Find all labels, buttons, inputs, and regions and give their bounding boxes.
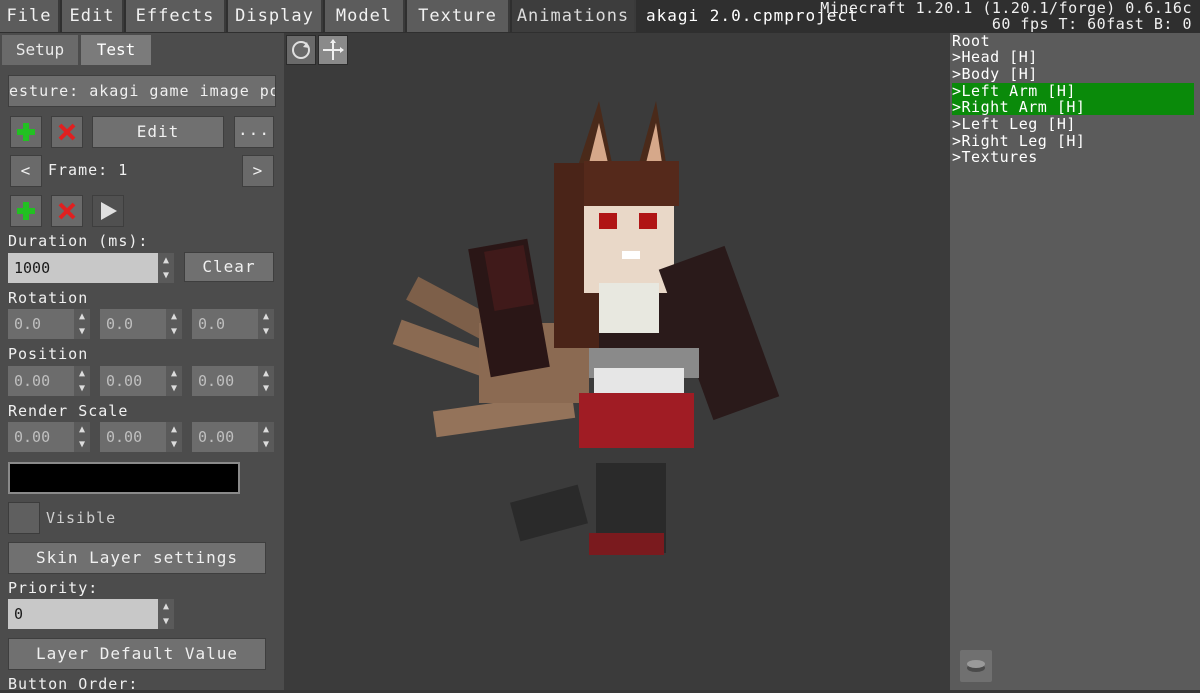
tree-item-textures[interactable]: >Textures bbox=[952, 149, 1038, 165]
tree-item-left-leg[interactable]: >Left Leg [H] bbox=[952, 116, 1076, 132]
tree-item-left-arm[interactable]: >Left Arm [H] bbox=[952, 83, 1194, 99]
chevron-right-icon: > bbox=[252, 161, 264, 180]
model-tree-panel: Root >Head [H] >Body [H] >Left Arm [H] >… bbox=[950, 33, 1200, 690]
position-label: Position bbox=[8, 345, 89, 363]
scale-z-input[interactable]: 0.00 bbox=[192, 422, 258, 452]
position-y-stepper[interactable]: ▲ ▼ bbox=[166, 366, 182, 396]
rotation-x-stepper[interactable]: ▲ ▼ bbox=[74, 309, 90, 339]
add-frame-button[interactable] bbox=[10, 195, 42, 227]
delete-animation-button[interactable] bbox=[51, 116, 83, 148]
duration-label: Duration (ms): bbox=[8, 232, 149, 250]
tree-item-label: Right Arm [H] bbox=[961, 98, 1086, 116]
frame-label: Frame: 1 bbox=[48, 161, 129, 179]
tree-item-label: Textures bbox=[961, 148, 1038, 166]
rotation-y-stepper[interactable]: ▲ ▼ bbox=[166, 309, 182, 339]
menu-file[interactable]: File bbox=[0, 0, 60, 32]
priority-stepper[interactable]: ▲ ▼ bbox=[158, 599, 174, 629]
position-x-input[interactable]: 0.00 bbox=[8, 366, 74, 396]
menu-texture[interactable]: Texture bbox=[407, 0, 510, 32]
layers-button[interactable] bbox=[960, 650, 992, 682]
scale-y-input[interactable]: 0.00 bbox=[100, 422, 166, 452]
delete-frame-button[interactable] bbox=[51, 195, 83, 227]
rotation-z-input[interactable]: 0.0 bbox=[192, 309, 258, 339]
move-icon bbox=[323, 39, 344, 60]
rotation-label: Rotation bbox=[8, 289, 89, 307]
edit-button[interactable]: Edit bbox=[92, 116, 224, 148]
tab-setup[interactable]: Setup bbox=[2, 35, 78, 65]
menu-animations[interactable]: Animations bbox=[512, 0, 636, 32]
layer-default-value-button[interactable]: Layer Default Value bbox=[8, 638, 266, 670]
rotation-y-input[interactable]: 0.0 bbox=[100, 309, 166, 339]
rotate-icon bbox=[292, 41, 310, 59]
priority-input[interactable]: 0 bbox=[8, 599, 158, 629]
visible-label: Visible bbox=[46, 509, 117, 527]
model-viewport[interactable] bbox=[284, 33, 950, 690]
rotation-z-stepper[interactable]: ▲ ▼ bbox=[258, 309, 274, 339]
scale-y-stepper[interactable]: ▲ ▼ bbox=[166, 422, 182, 452]
position-z-input[interactable]: 0.00 bbox=[192, 366, 258, 396]
prev-frame-button[interactable]: < bbox=[10, 155, 42, 187]
scale-x-input[interactable]: 0.00 bbox=[8, 422, 74, 452]
tree-item-right-leg[interactable]: >Right Leg [H] bbox=[952, 133, 1085, 149]
duration-input[interactable]: 1000 bbox=[8, 253, 158, 283]
tree-item-label: Head [H] bbox=[961, 48, 1038, 66]
tree-item-label: Left Leg [H] bbox=[961, 115, 1076, 133]
tree-item-label: Body [H] bbox=[961, 65, 1038, 83]
scale-z-stepper[interactable]: ▲ ▼ bbox=[258, 422, 274, 452]
scale-x-stepper[interactable]: ▲ ▼ bbox=[74, 422, 90, 452]
render-scale-label: Render Scale bbox=[8, 402, 129, 420]
status-readout: Minecraft 1.20.1 (1.20.1/forge) 0.6.16c … bbox=[820, 0, 1192, 32]
gesture-selector[interactable]: esture: akagi game image pos bbox=[8, 75, 276, 107]
add-animation-button[interactable] bbox=[10, 116, 42, 148]
color-swatch[interactable] bbox=[8, 462, 240, 494]
fps-text: 60 fps T: 60fast B: 0 bbox=[991, 15, 1192, 33]
duration-stepper[interactable]: ▲ ▼ bbox=[158, 253, 174, 283]
rotate-view-button[interactable] bbox=[286, 35, 316, 65]
position-y-input[interactable]: 0.00 bbox=[100, 366, 166, 396]
menu-edit[interactable]: Edit bbox=[62, 0, 124, 32]
layers-icon bbox=[967, 660, 985, 672]
move-view-button[interactable] bbox=[318, 35, 348, 65]
more-button[interactable]: ... bbox=[234, 116, 274, 148]
x-icon bbox=[58, 202, 76, 220]
next-frame-button[interactable]: > bbox=[242, 155, 274, 187]
menu-display[interactable]: Display bbox=[228, 0, 323, 32]
visible-checkbox[interactable] bbox=[8, 502, 40, 534]
tab-test[interactable]: Test bbox=[81, 35, 151, 65]
left-panel: Setup Test esture: akagi game image pos … bbox=[0, 33, 284, 693]
position-z-stepper[interactable]: ▲ ▼ bbox=[258, 366, 274, 396]
chevron-left-icon: < bbox=[20, 161, 32, 180]
priority-label: Priority: bbox=[8, 579, 99, 597]
button-order-label: Button Order: bbox=[8, 675, 139, 693]
version-text: Minecraft 1.20.1 (1.20.1/forge) 0.6.16c bbox=[820, 0, 1192, 17]
tree-root[interactable]: Root bbox=[952, 33, 990, 49]
tree-item-body[interactable]: >Body [H] bbox=[952, 66, 1038, 82]
menu-bar: File Edit Effects Display Model Texture … bbox=[0, 0, 1200, 33]
tree-item-right-arm[interactable]: >Right Arm [H] bbox=[952, 99, 1194, 115]
rotation-x-input[interactable]: 0.0 bbox=[8, 309, 74, 339]
play-button[interactable] bbox=[92, 195, 124, 227]
menu-effects[interactable]: Effects bbox=[126, 0, 226, 32]
skin-layer-settings-button[interactable]: Skin Layer settings bbox=[8, 542, 266, 574]
clear-button[interactable]: Clear bbox=[184, 252, 274, 282]
menu-model[interactable]: Model bbox=[325, 0, 405, 32]
plus-icon bbox=[17, 202, 35, 220]
play-icon bbox=[101, 202, 117, 220]
plus-icon bbox=[17, 123, 35, 141]
x-icon bbox=[58, 123, 76, 141]
character-model bbox=[392, 101, 780, 555]
position-x-stepper[interactable]: ▲ ▼ bbox=[74, 366, 90, 396]
tree-item-head[interactable]: >Head [H] bbox=[952, 49, 1038, 65]
